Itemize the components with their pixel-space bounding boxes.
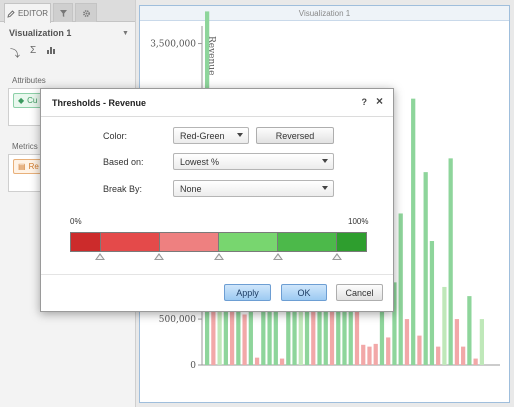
color-select[interactable]: Red-Green — [173, 127, 249, 144]
visualization-name[interactable]: Visualization 1 — [9, 28, 71, 38]
break-by-value: None — [180, 183, 202, 194]
revenue-bar[interactable] — [467, 296, 472, 365]
reversed-button[interactable]: Reversed — [256, 127, 334, 144]
revenue-bar[interactable] — [454, 319, 460, 365]
break-by-label: Break By: — [103, 184, 143, 194]
color-select-value: Red-Green — [180, 130, 225, 141]
help-icon[interactable]: ? — [362, 97, 368, 107]
attribute-chip[interactable]: ◆ Cu — [13, 93, 43, 108]
tab-filter[interactable] — [53, 3, 73, 22]
thresholds-dialog: Thresholds - Revenue ? × Color: Red-Gree… — [40, 88, 394, 312]
revenue-bar[interactable] — [386, 337, 391, 365]
y-tick-label: 3,500,000 — [150, 40, 196, 50]
bar-chart-icon[interactable] — [46, 45, 56, 60]
revenue-bar[interactable] — [367, 346, 372, 365]
revenue-bar[interactable] — [417, 335, 422, 365]
swap-icon[interactable]: ⤵ — [10, 45, 20, 60]
revenue-bar[interactable] — [217, 309, 222, 365]
revenue-bar[interactable] — [448, 158, 453, 365]
apply-button[interactable]: Apply — [224, 284, 271, 301]
y-tick-label: 500,000 — [159, 315, 196, 325]
y-tick-label: 0 — [190, 361, 196, 371]
min-percent-label: 0% — [70, 217, 82, 226]
tab-editor[interactable]: EDITOR — [4, 3, 51, 23]
threshold-band — [218, 233, 278, 251]
threshold-band — [159, 233, 219, 251]
dialog-title: Thresholds - Revenue — [52, 98, 147, 108]
ok-button[interactable]: OK — [281, 284, 327, 301]
revenue-bar[interactable] — [461, 346, 466, 365]
threshold-slider-handle[interactable] — [332, 253, 343, 260]
break-by-select[interactable]: None — [173, 180, 334, 197]
revenue-bar[interactable] — [329, 309, 335, 365]
attributes-heading: Attributes — [12, 76, 46, 85]
editor-tabbar: EDITOR — [0, 0, 135, 23]
based-on-label: Based on: — [103, 157, 144, 167]
revenue-bar[interactable] — [473, 358, 478, 365]
chevron-down-icon — [237, 133, 243, 137]
threshold-band — [336, 233, 366, 251]
revenue-bar[interactable] — [479, 319, 484, 365]
revenue-bar[interactable] — [354, 309, 360, 365]
editor-toolbar: ⤵ Σ — [10, 45, 56, 60]
revenue-bar[interactable] — [379, 311, 385, 365]
chevron-down-icon — [322, 186, 328, 190]
close-icon[interactable]: × — [376, 95, 383, 107]
threshold-band — [71, 233, 101, 251]
metric-icon: ▤ — [18, 162, 26, 171]
revenue-bar[interactable] — [411, 98, 416, 365]
cancel-button[interactable]: Cancel — [336, 284, 383, 301]
threshold-band — [100, 233, 160, 251]
threshold-slider-handle[interactable] — [154, 253, 165, 260]
dialog-footer-divider — [41, 274, 393, 275]
max-percent-label: 100% — [348, 217, 369, 226]
pencil-icon — [7, 9, 15, 18]
sigma-icon[interactable]: Σ — [30, 45, 36, 60]
threshold-slider-handle[interactable] — [94, 253, 105, 260]
based-on-value: Lowest % — [180, 156, 220, 167]
revenue-bar[interactable] — [311, 309, 316, 365]
gear-icon — [82, 9, 90, 17]
tab-properties[interactable] — [75, 3, 97, 22]
revenue-bar[interactable] — [254, 357, 260, 365]
dialog-header: Thresholds - Revenue ? × — [41, 89, 393, 117]
revenue-bar[interactable] — [242, 314, 247, 365]
threshold-color-bar — [70, 232, 367, 252]
threshold-band — [277, 233, 337, 251]
revenue-bar[interactable] — [248, 309, 253, 365]
revenue-bar[interactable] — [398, 213, 403, 365]
attribute-icon: ◆ — [18, 96, 25, 105]
revenue-bar[interactable] — [361, 344, 366, 365]
revenue-bar[interactable] — [373, 343, 378, 365]
chevron-down-icon[interactable]: ▼ — [122, 30, 129, 37]
revenue-bar[interactable] — [442, 286, 447, 365]
tab-editor-label: EDITOR — [17, 9, 49, 18]
revenue-bar[interactable] — [404, 319, 410, 365]
based-on-select[interactable]: Lowest % — [173, 153, 334, 170]
threshold-slider-handle[interactable] — [213, 253, 224, 260]
metrics-heading: Metrics — [12, 142, 38, 151]
revenue-bar[interactable] — [279, 358, 285, 365]
revenue-bar[interactable] — [436, 346, 441, 365]
color-label: Color: — [103, 131, 128, 141]
revenue-bar[interactable] — [423, 172, 428, 365]
revenue-bar[interactable] — [429, 241, 435, 365]
threshold-slider-handle[interactable] — [272, 253, 283, 260]
chevron-down-icon — [322, 159, 328, 163]
filter-icon — [59, 9, 67, 17]
